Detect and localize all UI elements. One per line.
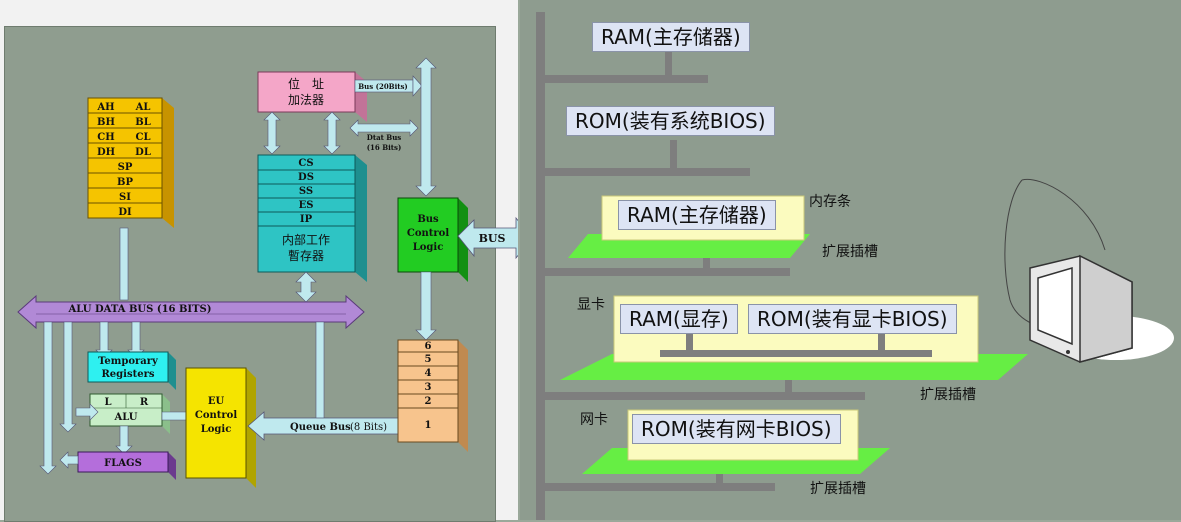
alu-bus-down-arrows xyxy=(39,321,329,475)
eu-control-3: Logic xyxy=(201,424,232,435)
bus-vertical-arrow xyxy=(415,57,437,197)
bus-control-1: Bus xyxy=(417,214,439,225)
video-rom-box: ROM(装有显卡BIOS) xyxy=(748,304,957,334)
reg-sp: SP xyxy=(118,162,133,173)
slot-label-3: 扩展插槽 xyxy=(810,481,866,497)
dtat-bus-label-2: (16 Bits) xyxy=(367,143,402,152)
bus-control-3: Logic xyxy=(413,242,444,253)
queue-6: 6 xyxy=(425,341,432,352)
temp-regs-1: Temporary xyxy=(98,356,159,367)
cpu-block-diagram: AH AL BH BL CH CL DH DL SP BP SI DI 位 址 … xyxy=(17,57,518,488)
rom-bios-box: ROM(装有系统BIOS) xyxy=(566,106,775,136)
internal-regs-label-1: 内部工作 xyxy=(282,232,330,247)
reg-ah: AH xyxy=(96,102,114,113)
reg-al: AL xyxy=(135,102,151,113)
queue-5: 5 xyxy=(425,354,432,365)
seg-es: ES xyxy=(299,200,314,211)
slot-label-2: 扩展插槽 xyxy=(920,387,976,403)
queue-1: 1 xyxy=(425,420,432,431)
dtat-bus-arrow: Dtat Bus (16 Bits) xyxy=(349,119,419,152)
bus-control-2: Control xyxy=(407,228,449,239)
reg-di: DI xyxy=(118,207,132,218)
seg-ss: SS xyxy=(299,186,313,197)
monitor-icon xyxy=(1004,178,1174,363)
internal-regs-label-2: 暫存器 xyxy=(288,248,324,263)
bus-label: BUS xyxy=(479,232,506,245)
video-card-label: 显卡 xyxy=(577,297,605,313)
ram-main-box: RAM(主存储器) xyxy=(592,22,750,52)
flags-register: FLAGS xyxy=(59,451,176,480)
reg-cl: CL xyxy=(136,132,151,143)
segment-bus-arrow xyxy=(295,271,317,303)
main-bus-line xyxy=(536,12,545,520)
bus-control-logic: Bus Control Logic xyxy=(397,197,468,282)
control-queue-arrow xyxy=(415,271,437,341)
adder-label-2: 加法器 xyxy=(288,93,324,107)
alu-block: L R ALU xyxy=(89,393,170,434)
reg-bh: BH xyxy=(97,117,115,128)
memory-ram-box: RAM(主存储器) xyxy=(618,200,776,230)
segment-registers: CS DS SS ES IP 内部工作 暫存器 xyxy=(257,154,367,282)
bus-20-label: Bus (20Bits) xyxy=(358,82,408,91)
net-rom-box: ROM(装有网卡BIOS) xyxy=(632,414,841,444)
reg-dl: DL xyxy=(135,147,151,158)
alu-label: ALU xyxy=(114,412,138,423)
seg-ds: DS xyxy=(298,172,314,183)
reg-bl: BL xyxy=(135,117,150,128)
queue-2: 2 xyxy=(425,396,432,407)
eu-control-2: Control xyxy=(195,410,237,421)
general-registers: AH AL BH BL CH CL DH DL SP BP SI DI xyxy=(87,97,174,228)
queue-bus-label: Queue Bus xyxy=(290,422,351,433)
video-ram-box: RAM(显存) xyxy=(620,304,738,334)
alu-r: R xyxy=(140,397,149,408)
reg-to-bus-arrow xyxy=(119,227,129,301)
queue-4: 4 xyxy=(425,368,432,379)
reg-ch: CH xyxy=(97,132,114,143)
temporary-registers: Temporary Registers xyxy=(87,351,176,390)
memory-stick-label: 内存条 xyxy=(809,194,851,210)
adder-segment-arrows xyxy=(263,111,341,155)
reg-si: SI xyxy=(119,192,131,203)
dtat-bus-label-1: Dtat Bus xyxy=(367,133,402,142)
queue-bits-label: (8 Bits) xyxy=(350,422,387,433)
seg-ip: IP xyxy=(300,214,313,225)
seg-cs: CS xyxy=(298,158,313,169)
queue-3: 3 xyxy=(425,382,432,393)
alu-l: L xyxy=(104,397,111,408)
instruction-queue: 6 5 4 3 2 1 xyxy=(397,339,468,452)
reg-dh: DH xyxy=(97,147,115,158)
eu-control-logic: EU Control Logic xyxy=(185,367,256,488)
adder-label-1: 位 址 xyxy=(288,76,324,91)
eu-control-1: EU xyxy=(208,396,225,407)
net-card-label: 网卡 xyxy=(580,412,608,428)
reg-bp: BP xyxy=(117,177,133,188)
temp-regs-2: Registers xyxy=(102,369,155,380)
flags-label: FLAGS xyxy=(104,458,142,469)
slot-label-1: 扩展插槽 xyxy=(822,244,878,260)
alu-bus-label: ALU DATA BUS (16 BITS) xyxy=(68,304,212,315)
